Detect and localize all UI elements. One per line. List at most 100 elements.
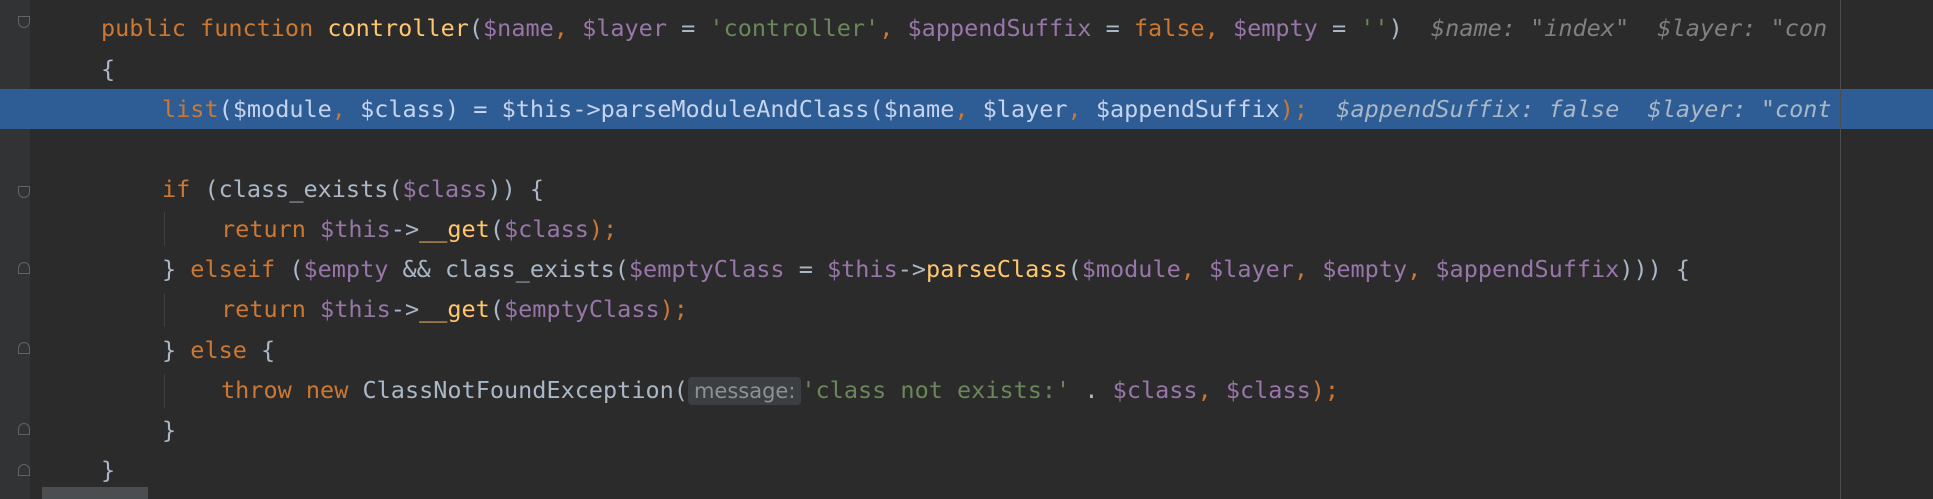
- code-token: .: [1070, 376, 1113, 404]
- code-token: =: [1091, 14, 1134, 42]
- code-token: {: [246, 336, 276, 364]
- code-token: parseClass: [926, 255, 1068, 283]
- code-token: ->: [390, 215, 420, 243]
- code-token: function: [200, 14, 314, 42]
- code-line[interactable]: return $this->__get($emptyClass);: [0, 289, 1933, 329]
- code-token: elseif: [190, 255, 276, 283]
- code-line[interactable]: if (class_exists($class)) {: [0, 169, 1933, 209]
- code-token: new: [305, 376, 349, 404]
- code-line-tokens: }: [101, 450, 115, 490]
- code-line[interactable]: return $this->__get($class);: [0, 209, 1933, 249]
- code-token: ,: [1293, 255, 1323, 283]
- code-token: );: [588, 215, 618, 243]
- code-line-tokens: }: [162, 410, 176, 450]
- code-token: (: [275, 255, 304, 283]
- code-token: (: [218, 95, 233, 123]
- code-token: $emptyClass: [504, 295, 660, 323]
- right-margin-guide: [1840, 0, 1841, 499]
- code-token: }: [162, 255, 191, 283]
- code-editor[interactable]: public function controller($name, $layer…: [0, 0, 1933, 499]
- code-token: )) {: [487, 175, 545, 203]
- code-token: $appendSuffix: [907, 14, 1092, 42]
- code-line[interactable]: } else {: [0, 330, 1933, 370]
- code-token: $empty: [1232, 14, 1318, 42]
- code-token: $this: [320, 295, 391, 323]
- code-token: return: [221, 215, 306, 243]
- code-token: $class: [504, 215, 589, 243]
- code-line-tokens: throw new ClassNotFoundException(message…: [221, 370, 1339, 411]
- code-line-tokens: } elseif ($empty && class_exists($emptyC…: [162, 249, 1690, 289]
- code-token: $emptyClass: [628, 255, 785, 283]
- code-line[interactable]: }: [0, 450, 1933, 490]
- code-token: ,: [879, 14, 908, 42]
- debugger-inline-value: $appendSuffix: false $layer: "cont: [1308, 95, 1832, 123]
- horizontal-scrollbar-thumb[interactable]: [42, 487, 148, 499]
- code-token: $appendSuffix: [1435, 255, 1620, 283]
- code-area[interactable]: public function controller($name, $layer…: [0, 0, 1933, 499]
- code-line[interactable]: public function controller($name, $layer…: [0, 8, 1933, 48]
- code-line[interactable]: [0, 129, 1933, 169]
- parameter-hint: message:: [687, 377, 802, 405]
- code-token: __get: [419, 295, 490, 323]
- code-token: 'class not exists:': [801, 376, 1071, 404]
- code-token: return: [221, 295, 306, 323]
- code-token: $class: [1112, 376, 1198, 404]
- code-token: $layer: [982, 95, 1068, 123]
- code-token: (: [1067, 255, 1082, 283]
- code-line-tokens: {: [101, 49, 115, 89]
- code-token: ClassNotFoundException: [362, 376, 674, 404]
- code-token: $layer: [582, 14, 667, 42]
- code-token: $class: [402, 175, 488, 203]
- code-token: $name: [483, 14, 554, 42]
- code-line-tokens: if (class_exists($class)) {: [162, 169, 544, 209]
- code-token: );: [659, 295, 688, 323]
- code-token: list: [162, 95, 219, 123]
- code-token: =: [666, 14, 710, 42]
- code-line[interactable]: throw new ClassNotFoundException(message…: [0, 370, 1933, 410]
- code-line[interactable]: }: [0, 410, 1933, 450]
- code-token: }: [162, 416, 177, 444]
- code-token: $module: [1081, 255, 1181, 283]
- code-token: =: [784, 255, 827, 283]
- code-token: ,: [1197, 376, 1226, 404]
- code-line[interactable]: } elseif ($empty && class_exists($emptyC…: [0, 249, 1933, 289]
- code-token: $layer: [1209, 255, 1294, 283]
- code-token: &&: [388, 255, 445, 283]
- code-token: else: [190, 336, 247, 364]
- code-token: (: [489, 215, 504, 243]
- code-token: $empty: [1322, 255, 1408, 283]
- code-token: $this: [501, 95, 573, 123]
- code-line-tokens: } else {: [162, 330, 275, 370]
- code-token: ,: [553, 14, 583, 42]
- code-token: ->: [390, 295, 420, 323]
- code-token: $class: [1225, 376, 1311, 404]
- code-token: (: [869, 95, 884, 123]
- code-token: ,: [1180, 255, 1210, 283]
- code-line[interactable]: {: [0, 49, 1933, 89]
- code-token: ,: [1067, 95, 1096, 123]
- code-token: ,: [1204, 14, 1233, 42]
- code-token: false: [1133, 14, 1205, 42]
- current-execution-line[interactable]: list($module, $class) = $this->parseModu…: [0, 89, 1933, 129]
- code-token: =: [1317, 14, 1361, 42]
- code-token: '': [1360, 14, 1389, 42]
- code-token: );: [1279, 95, 1309, 123]
- code-token: controller: [327, 14, 469, 42]
- code-token: $empty: [303, 255, 389, 283]
- code-token: $module: [232, 95, 332, 123]
- code-token: ))) {: [1619, 255, 1691, 283]
- code-token: (: [190, 175, 219, 203]
- code-token: 'controller': [709, 14, 880, 42]
- code-token: (: [673, 376, 688, 404]
- code-token: __get: [419, 215, 490, 243]
- code-line-tokens: public function controller($name, $layer…: [101, 8, 1827, 48]
- code-token: if: [162, 175, 191, 203]
- code-token: $class: [360, 95, 445, 123]
- code-token: parseModuleAndClass: [600, 95, 870, 123]
- code-token: );: [1310, 376, 1340, 404]
